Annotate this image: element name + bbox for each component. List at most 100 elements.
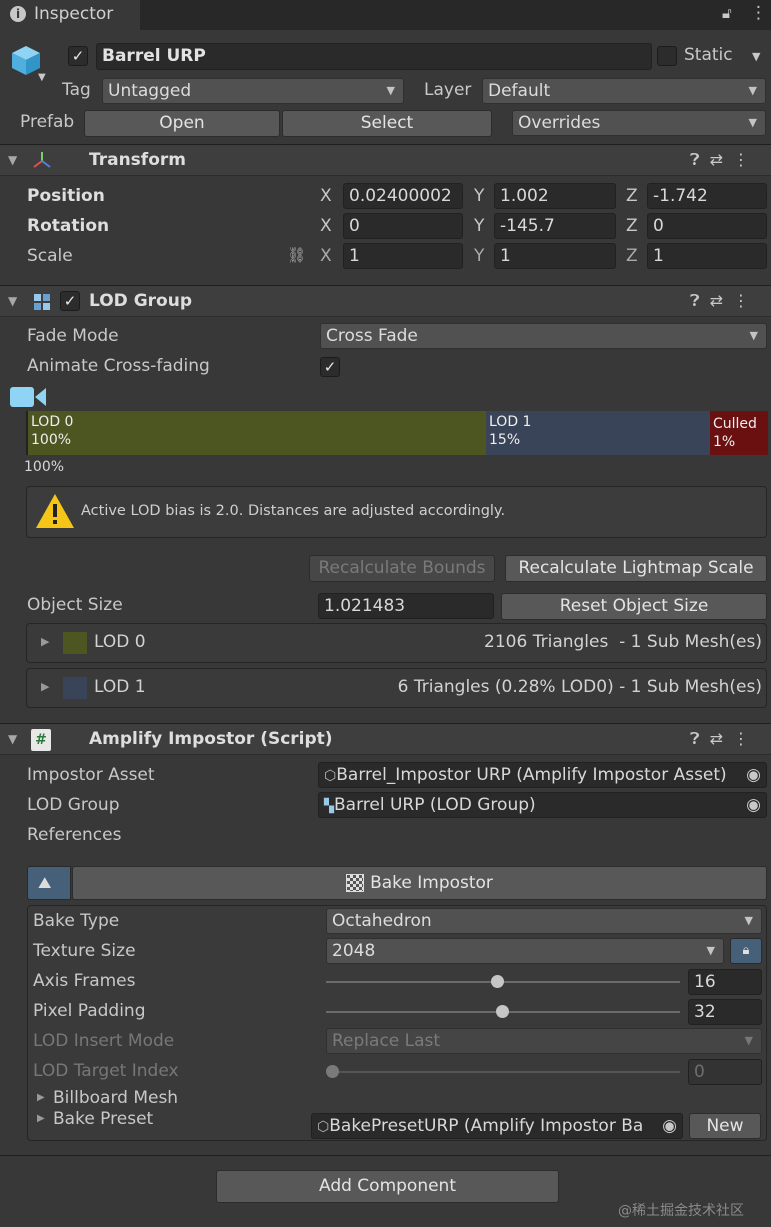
bake-preset-field[interactable]: ⬡BakePresetURP (Amplify Impostor Ba ◉ (311, 1113, 683, 1139)
lod-bar-segment-0[interactable]: LOD 0 100% (26, 411, 486, 455)
rot-y-label[interactable]: Y (474, 216, 484, 236)
lod-group-title: LOD Group (89, 291, 192, 311)
scale-x-label[interactable]: X (320, 246, 332, 266)
help-icon[interactable]: ❓︎ (690, 729, 710, 748)
camera-icon[interactable] (10, 385, 46, 414)
object-picker-icon[interactable]: ◉ (746, 763, 761, 787)
axis-frames-slider-knob[interactable] (491, 975, 504, 988)
object-name-field[interactable]: Barrel URP (96, 43, 652, 70)
overrides-dropdown[interactable]: Overrides ▼ (512, 110, 766, 136)
transform-header[interactable]: ▼ Transform ❓︎⇄⋮ (0, 144, 771, 176)
impostor-asset-field[interactable]: ⬡Barrel_Impostor URP (Amplify Impostor A… (318, 762, 767, 788)
lod-bar-bottom-pct: 100% (24, 459, 65, 475)
bake-preset-label[interactable]: Bake Preset (53, 1109, 153, 1129)
scale-z-field[interactable]: 1 (647, 243, 767, 269)
position-z-field[interactable]: -1.742 (647, 183, 767, 209)
lod-target-field[interactable]: 0 (688, 1059, 762, 1085)
amplify-impostor-header[interactable]: ▼ # Amplify Impostor (Script) ❓︎⇄⋮ (0, 723, 771, 755)
pos-y-label[interactable]: Y (474, 186, 484, 206)
layer-dropdown[interactable]: Default ▼ (482, 78, 766, 104)
lod-group-header[interactable]: ▼ ✓ LOD Group ❓︎⇄⋮ (0, 285, 771, 317)
pos-z-label[interactable]: Z (626, 186, 638, 206)
recalculate-lightmap-button[interactable]: Recalculate Lightmap Scale (505, 555, 767, 582)
foldout-arrow-icon[interactable]: ▼ (8, 732, 17, 746)
new-preset-button[interactable]: New (689, 1113, 761, 1139)
prefab-select-button[interactable]: Select (282, 110, 492, 137)
texture-size-dropdown[interactable]: 2048 ▼ (326, 938, 724, 964)
pixel-padding-field[interactable]: 32 (688, 999, 762, 1025)
component-header-icons[interactable]: ❓︎⇄⋮ (690, 150, 759, 170)
rotation-x-field[interactable]: 0 (343, 213, 463, 239)
script-icon: # (31, 729, 51, 751)
lod-insert-mode-dropdown[interactable]: Replace Last ▼ (326, 1028, 762, 1054)
tab-inspector[interactable]: i Inspector (0, 0, 140, 30)
animate-crossfade-checkbox[interactable]: ✓ (320, 357, 340, 377)
lod-1-row[interactable]: ▶ LOD 1 6 Triangles (0.28% LOD0) - 1 Sub… (26, 668, 767, 708)
object-picker-icon[interactable]: ◉ (659, 1114, 677, 1138)
pos-x-label[interactable]: X (320, 186, 332, 206)
component-header-icons[interactable]: ❓︎⇄⋮ (690, 291, 759, 311)
rotation-z-field[interactable]: 0 (647, 213, 767, 239)
chevron-right-icon[interactable]: ▶ (41, 680, 49, 693)
foldout-arrow-icon[interactable]: ▼ (8, 153, 17, 167)
fade-mode-dropdown[interactable]: Cross Fade ▼ (320, 323, 767, 349)
chevron-right-icon[interactable]: ▶ (37, 1092, 45, 1103)
lod-bar[interactable]: LOD 0 100% LOD 1 15% Culled 1% (26, 411, 768, 455)
lod-target-slider[interactable] (326, 1071, 680, 1073)
context-menu-icon[interactable]: ⋮ (733, 291, 759, 310)
tag-dropdown[interactable]: Untagged ▼ (102, 78, 404, 104)
presets-icon[interactable]: ⇄ (710, 729, 733, 748)
bake-preset-value: BakePresetURP (Amplify Impostor Ba (329, 1116, 644, 1136)
lod-target-slider-knob[interactable] (326, 1065, 339, 1078)
chevron-right-icon[interactable]: ▶ (37, 1113, 45, 1124)
scale-y-label[interactable]: Y (474, 246, 484, 266)
prefab-open-button[interactable]: Open (84, 110, 280, 137)
component-header-icons[interactable]: ❓︎⇄⋮ (690, 729, 759, 749)
object-size-field[interactable]: 1.021483 (318, 593, 494, 619)
lod-group-ref-field[interactable]: ▚Barrel URP (LOD Group) ◉ (318, 792, 767, 818)
scale-z-label[interactable]: Z (626, 246, 638, 266)
help-icon[interactable]: ❓︎ (690, 291, 710, 310)
link-icon[interactable]: ⛓︎ (287, 246, 306, 264)
fade-mode-value: Cross Fade (326, 326, 418, 346)
presets-icon[interactable]: ⇄ (710, 150, 733, 169)
reset-object-size-button[interactable]: Reset Object Size (501, 593, 767, 620)
add-component-button[interactable]: Add Component (216, 1170, 559, 1203)
scale-x-field[interactable]: 1 (343, 243, 463, 269)
animate-crossfade-label: Animate Cross-fading (27, 356, 210, 376)
presets-icon[interactable]: ⇄ (710, 291, 733, 310)
pixel-padding-slider-knob[interactable] (496, 1005, 509, 1018)
billboard-mesh-foldout[interactable]: Billboard Mesh (53, 1088, 178, 1108)
chevron-down-icon[interactable]: ▼ (38, 72, 46, 83)
chevron-right-icon[interactable]: ▶ (41, 635, 49, 648)
texture-size-lock-button[interactable]: 🔒︎ (730, 938, 762, 964)
position-y-field[interactable]: 1.002 (494, 183, 616, 209)
bake-type-dropdown[interactable]: Octahedron ▼ (326, 908, 762, 934)
lod-bar-segment-culled[interactable]: Culled 1% (710, 411, 768, 455)
help-icon[interactable]: ❓︎ (690, 150, 710, 169)
lod-bar-segment-1[interactable]: LOD 1 15% (486, 411, 710, 455)
foldout-arrow-icon[interactable]: ▼ (8, 294, 17, 308)
chevron-down-icon[interactable]: ▼ (752, 50, 760, 63)
rotation-y-field[interactable]: -145.7 (494, 213, 616, 239)
static-checkbox[interactable] (657, 46, 677, 66)
recalculate-bounds-button[interactable]: Recalculate Bounds (309, 555, 495, 582)
rot-z-label[interactable]: Z (626, 216, 638, 236)
position-x-field[interactable]: 0.02400002 (343, 183, 463, 209)
bake-impostor-button[interactable]: Bake Impostor (72, 866, 767, 900)
scale-y-field[interactable]: 1 (494, 243, 616, 269)
rot-x-label[interactable]: X (320, 216, 332, 236)
lock-icon[interactable]: 🔓︎ (722, 4, 732, 22)
lod-bar-name: Culled (713, 416, 757, 432)
context-menu-icon[interactable]: ⋮ (733, 150, 759, 169)
lod-target-index-label: LOD Target Index (33, 1061, 179, 1081)
axis-frames-field[interactable]: 16 (688, 969, 762, 995)
lod-0-row[interactable]: ▶ LOD 0 2106 Triangles - 1 Sub Mesh(es) (26, 623, 767, 663)
context-menu-icon[interactable]: ⋮ (733, 729, 759, 748)
active-checkbox[interactable]: ✓ (68, 46, 88, 66)
overrides-label: Overrides (518, 113, 601, 133)
object-picker-icon[interactable]: ◉ (746, 793, 761, 817)
bake-settings-toggle[interactable]: ⛰︎ (27, 866, 71, 900)
menu-icon[interactable]: ⋮ (750, 3, 767, 23)
lod-group-enabled-checkbox[interactable]: ✓ (60, 291, 80, 311)
